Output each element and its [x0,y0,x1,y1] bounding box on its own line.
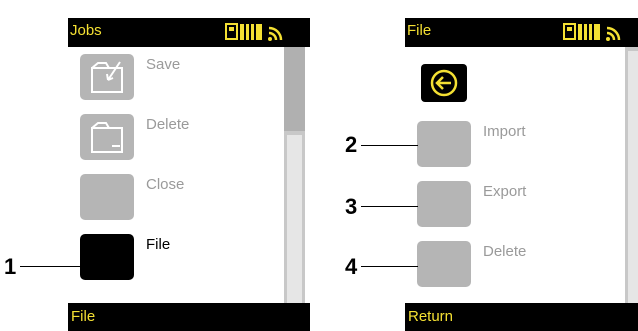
menu-item-save[interactable]: Save [80,54,280,100]
menu-item-label: Import [483,123,526,140]
import-tile [417,121,471,167]
file-tile [80,234,134,280]
callout-3: 3 [345,194,358,219]
back-button[interactable] [421,64,467,102]
menu-item-label: File [146,236,171,253]
scrollbar-track-inner [287,135,302,315]
softkey-label[interactable]: Return [408,308,453,325]
menu-item-label: Export [483,183,527,200]
menu-item-delete[interactable]: Delete [417,241,617,287]
menu-item-label: Close [146,176,185,193]
battery-icon [578,24,600,40]
screen-title: File [407,22,432,39]
scrollbar-thumb[interactable] [284,47,305,131]
screen-title: Jobs [70,22,102,39]
callout-line-1 [20,266,80,267]
delete-tile [417,241,471,287]
file-screen: File Import Export Delete Return [405,18,638,331]
signal-icon [268,26,283,41]
delete-folder-icon [80,114,134,160]
callout-1: 1 [4,254,17,279]
status-icons [563,22,625,42]
save-icon [80,54,134,100]
title-bar: File [405,18,638,47]
back-arrow-icon [430,69,458,97]
title-bar: Jobs [68,18,310,47]
memory-card-icon [225,23,238,40]
menu-item-label: Save [146,56,181,73]
menu-item-label: Delete [146,116,190,133]
jobs-screen: Jobs Save Delete Close File File [68,18,310,331]
scrollbar[interactable] [625,47,638,315]
menu-item-import[interactable]: Import [417,121,617,167]
callout-line-3 [361,206,418,207]
menu-item-delete[interactable]: Delete [80,114,280,160]
signal-icon [606,26,621,41]
callout-4: 4 [345,254,358,279]
menu-item-export[interactable]: Export [417,181,617,227]
callout-line-2 [361,145,418,146]
close-tile [80,174,134,220]
scrollbar-track-inner [628,51,638,315]
callout-2: 2 [345,132,358,157]
status-icons [225,22,287,42]
menu-item-label: Delete [483,243,527,260]
battery-icon [240,24,262,40]
menu-item-close[interactable]: Close [80,174,280,220]
callout-line-4 [361,266,418,267]
memory-card-icon [563,23,576,40]
export-tile [417,181,471,227]
scrollbar[interactable] [284,47,305,315]
softkey-bar: Return [405,303,638,331]
softkey-label[interactable]: File [71,308,95,325]
softkey-bar: File [68,303,310,331]
menu-item-file[interactable]: File [80,234,280,280]
